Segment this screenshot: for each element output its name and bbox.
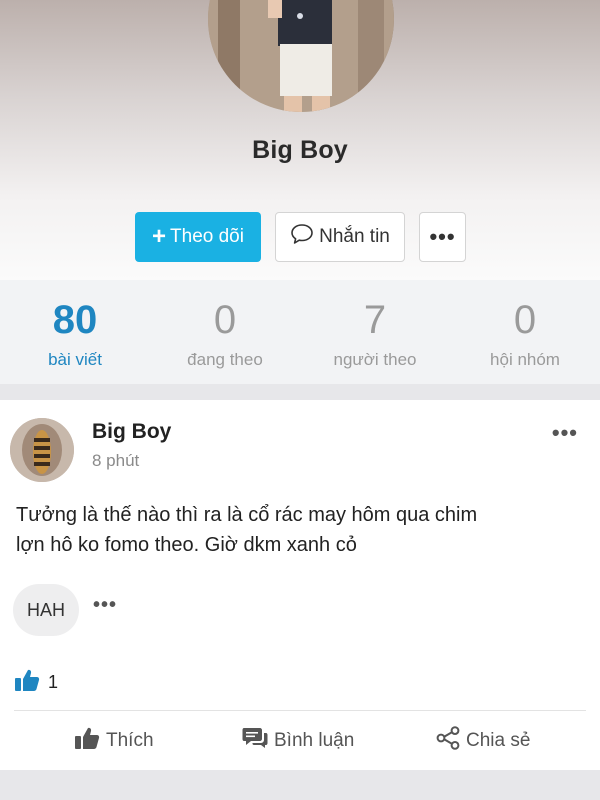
stat-label: bài viết [48, 350, 102, 369]
stat-label: đang theo [187, 350, 263, 369]
comment-button[interactable]: Bình luận [242, 726, 354, 756]
stat-value: 0 [513, 298, 537, 342]
share-label: Chia sẻ [466, 730, 531, 751]
comment-label: Bình luận [274, 730, 355, 751]
stat-groups[interactable]: 0 hội nhóm [450, 280, 600, 384]
post-tag-chip[interactable]: HAH [13, 584, 79, 636]
like-button[interactable]: Thích [74, 726, 154, 756]
section-divider [0, 770, 600, 800]
stat-value: 0 [213, 298, 237, 342]
speech-bubble-icon [290, 223, 319, 251]
profile-photo [208, 0, 394, 112]
stat-followers[interactable]: 7 người theo [300, 280, 450, 384]
section-divider [0, 384, 600, 400]
share-button[interactable]: Chia sẻ [436, 726, 530, 756]
post-text: Tưởng là thế nào thì ra là cổ rác may hô… [16, 504, 478, 556]
like-count: 1 [48, 672, 59, 692]
profile-avatar[interactable] [208, 0, 394, 112]
post-author-avatar[interactable] [10, 418, 74, 482]
follow-label: Theo dõi [170, 226, 244, 247]
post-author-name[interactable]: Big Boy [92, 420, 171, 444]
stat-value: 7 [363, 298, 387, 342]
like-label: Thích [106, 730, 154, 751]
profile-header: Big Boy + Theo dõi Nhắn tin ••• [0, 0, 600, 280]
stat-label: hội nhóm [490, 350, 560, 369]
plus-icon: + [152, 223, 167, 250]
stat-posts[interactable]: 80 bài viết [0, 280, 150, 384]
message-button[interactable]: Nhắn tin [275, 212, 405, 262]
tag-more-button[interactable]: ••• [93, 594, 117, 617]
actions-divider [14, 710, 586, 711]
likes-summary[interactable]: 1 [14, 668, 58, 697]
thumbs-up-icon [14, 668, 48, 697]
profile-stats: 80 bài viết 0 đang theo 7 người theo 0 h… [0, 280, 600, 384]
post-timestamp: 8 phút [92, 451, 140, 470]
post-avatar-image [10, 418, 74, 482]
post-more-button[interactable]: ••• [552, 420, 578, 446]
more-dots-icon: ••• [429, 224, 456, 249]
message-label: Nhắn tin [319, 226, 390, 247]
thumbs-up-icon [74, 726, 106, 756]
follow-button[interactable]: + Theo dõi [135, 212, 261, 262]
post-card: Big Boy 8 phút ••• Tưởng là thế nào thì … [0, 400, 600, 770]
stat-label: người theo [333, 350, 417, 369]
stat-following[interactable]: 0 đang theo [150, 280, 300, 384]
stat-value: 80 [52, 298, 98, 342]
more-options-button[interactable]: ••• [419, 212, 466, 262]
comment-icon [242, 726, 274, 756]
profile-name: Big Boy [252, 136, 348, 164]
share-icon [436, 726, 466, 756]
